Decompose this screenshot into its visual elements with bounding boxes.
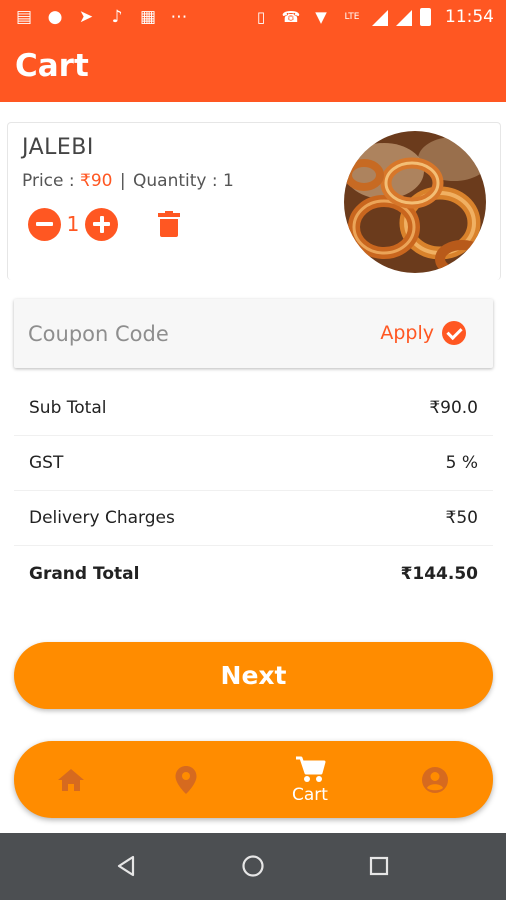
music-icon: ♪	[111, 7, 123, 27]
decrease-quantity-button[interactable]	[28, 207, 61, 241]
status-bar: ▤ ● ➤ ♪ ▦ ⋯ ▯ ☎ ▼ LTE 11:54	[0, 0, 506, 36]
delivery-label: Delivery Charges	[29, 508, 175, 528]
apply-coupon-button[interactable]: Apply	[380, 321, 466, 345]
grand-total-value: ₹144.50	[400, 563, 478, 584]
subtotal-label: Sub Total	[29, 398, 107, 418]
more-icon: ⋯	[170, 7, 188, 27]
nav-location[interactable]	[146, 741, 226, 818]
home-circle-icon	[242, 855, 264, 877]
delivery-value: ₹50	[445, 508, 478, 528]
wifi-icon: ▼	[315, 8, 327, 26]
lte-label: LTE	[344, 12, 360, 22]
order-summary: Sub Total ₹90.0 GST 5 % Delivery Charges…	[14, 381, 493, 601]
battery-icon	[420, 8, 431, 26]
minus-icon	[36, 222, 53, 226]
cart-item-card: JALEBI Price : ₹90 | Quantity : 1 1	[7, 122, 501, 280]
apply-label: Apply	[380, 322, 434, 344]
coupon-box: Apply	[14, 299, 493, 368]
item-image	[344, 131, 486, 273]
nav-home[interactable]	[31, 741, 111, 818]
next-button[interactable]: Next	[14, 642, 493, 709]
item-name: JALEBI	[22, 135, 94, 160]
quantity-value: 1	[66, 212, 80, 236]
status-right-icons: ▯ ☎ ▼ LTE 11:54	[250, 6, 494, 28]
delete-item-button[interactable]	[158, 211, 180, 239]
item-price: ₹90	[80, 171, 113, 191]
nav-cart-label: Cart	[292, 784, 328, 805]
lte-call-icon: ☎	[281, 8, 301, 26]
signal-icon	[372, 10, 388, 26]
meta-separator: |	[119, 171, 126, 191]
vibrate-icon: ▯	[256, 8, 266, 26]
trash-icon-lid	[158, 213, 180, 217]
trash-icon	[160, 219, 178, 237]
calendar-icon: ▦	[139, 7, 157, 27]
summary-row-gst: GST 5 %	[14, 436, 493, 491]
recents-button[interactable]	[364, 851, 394, 881]
page-title: Cart	[15, 48, 89, 84]
price-label: Price :	[22, 171, 81, 191]
location-icon	[175, 765, 197, 794]
back-triangle-icon	[117, 855, 135, 877]
nav-cart[interactable]: Cart	[270, 741, 350, 818]
bag-icon: ●	[47, 7, 63, 27]
gst-value: 5 %	[445, 453, 478, 473]
gst-label: GST	[29, 453, 64, 473]
notification-icon: ▤	[15, 7, 33, 27]
check-circle-icon	[442, 321, 466, 345]
bottom-nav: Cart	[14, 741, 493, 818]
item-meta: Price : ₹90 | Quantity : 1	[22, 171, 234, 191]
home-button[interactable]	[238, 851, 268, 881]
profile-icon	[422, 766, 448, 793]
quantity-label: Quantity : 1	[133, 171, 234, 191]
signal-icon-2	[396, 10, 412, 26]
system-nav-bar	[0, 833, 506, 900]
summary-row-grand-total: Grand Total ₹144.50	[14, 546, 493, 601]
nav-profile[interactable]	[395, 741, 475, 818]
coupon-code-input[interactable]	[28, 316, 328, 352]
grand-total-label: Grand Total	[29, 563, 140, 584]
summary-row-delivery: Delivery Charges ₹50	[14, 491, 493, 546]
summary-row-subtotal: Sub Total ₹90.0	[14, 381, 493, 436]
home-icon	[58, 768, 84, 791]
increase-quantity-button[interactable]	[85, 207, 118, 241]
jalebi-image	[344, 131, 486, 273]
status-time: 11:54	[445, 7, 494, 27]
plus-icon	[93, 215, 110, 233]
cart-icon	[296, 756, 326, 782]
status-left-icons: ▤ ● ➤ ♪ ▦ ⋯	[14, 6, 189, 28]
app-bar: Cart	[0, 36, 506, 102]
subtotal-value: ₹90.0	[429, 398, 478, 418]
quantity-stepper: 1	[28, 207, 118, 241]
recents-square-icon	[369, 856, 389, 876]
telegram-icon: ➤	[78, 7, 94, 27]
back-button[interactable]	[111, 851, 141, 881]
